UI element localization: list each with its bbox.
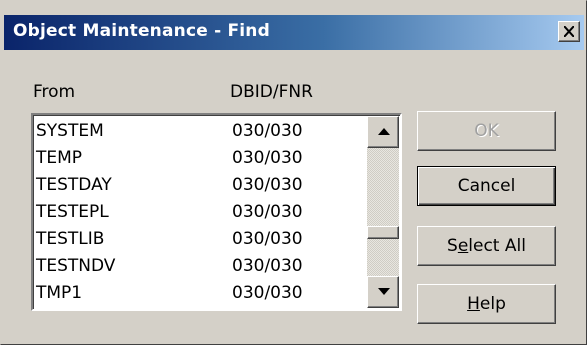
- object-name: TESTEPL: [36, 202, 109, 222]
- object-dbid-fnr: 030/030: [232, 283, 303, 303]
- list-item[interactable]: TESTDAY 030/030: [36, 172, 366, 199]
- object-name: TESTDAY: [36, 175, 112, 195]
- object-dbid-fnr: 030/030: [232, 256, 303, 276]
- close-button[interactable]: [558, 21, 580, 42]
- arrow-up-icon: [378, 128, 390, 135]
- help-button[interactable]: Help: [417, 284, 556, 324]
- object-name: TMP1: [36, 283, 83, 303]
- object-dbid-fnr: 030/030: [232, 229, 303, 249]
- help-mnemonic: H: [467, 294, 480, 314]
- object-dbid-fnr: 030/030: [232, 121, 303, 141]
- scroll-up-button[interactable]: [367, 116, 399, 148]
- vertical-scrollbar[interactable]: [367, 116, 399, 308]
- select-all-mnemonic: e: [457, 236, 469, 256]
- object-dbid-fnr: 030/030: [232, 202, 303, 222]
- close-icon: [564, 26, 574, 37]
- list-item[interactable]: TMP1 030/030: [36, 280, 366, 307]
- select-all-label-post: lect All: [468, 236, 526, 256]
- object-name: TESTLIB: [36, 229, 105, 249]
- list-item[interactable]: TESTEPL 030/030: [36, 199, 366, 226]
- list-item[interactable]: SYSTEM 030/030: [36, 118, 366, 145]
- scroll-thumb[interactable]: [367, 226, 399, 239]
- scroll-down-button[interactable]: [367, 276, 399, 308]
- list-item[interactable]: TESTLIB 030/030: [36, 226, 366, 253]
- object-dbid-fnr: 030/030: [232, 148, 303, 168]
- select-all-button[interactable]: Select All: [417, 226, 556, 266]
- arrow-down-icon: [378, 288, 390, 295]
- cancel-button[interactable]: Cancel: [417, 166, 556, 206]
- object-dbid-fnr: 030/030: [232, 175, 303, 195]
- object-list: SYSTEM 030/030 TEMP 030/030 TESTDAY 030/030 TE…: [36, 118, 366, 307]
- object-listbox[interactable]: SYSTEM 030/030 TEMP 030/030 TESTDAY 030/030 TE…: [31, 113, 402, 311]
- object-maintenance-find-dialog: Object Maintenance - Find From DBID/FNR …: [0, 0, 587, 345]
- list-item[interactable]: TESTNDV 030/030: [36, 253, 366, 280]
- title-bar[interactable]: Object Maintenance - Find: [4, 15, 584, 50]
- object-name: TEMP: [36, 148, 83, 168]
- list-item[interactable]: TEMP 030/030: [36, 145, 366, 172]
- help-label-post: elp: [479, 294, 506, 314]
- column-header-dbid-fnr: DBID/FNR: [230, 82, 313, 102]
- object-name: TESTNDV: [36, 256, 116, 276]
- object-name: SYSTEM: [36, 121, 104, 141]
- column-header-from: From: [33, 82, 76, 102]
- ok-button[interactable]: OK: [417, 111, 556, 151]
- dialog-title: Object Maintenance - Find: [13, 21, 270, 41]
- select-all-label-pre: S: [447, 236, 458, 256]
